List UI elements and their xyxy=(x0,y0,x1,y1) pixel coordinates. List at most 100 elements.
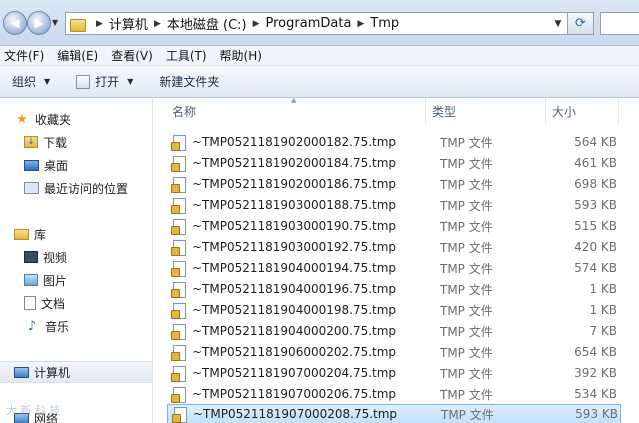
file-name: ~TMP0521181904000198.75.tmp xyxy=(192,303,397,317)
table-row[interactable]: ~TMP0521181904000196.75.tmp TMP 文件 1 KB xyxy=(167,279,621,299)
table-row[interactable]: ~TMP0521181904000194.75.tmp TMP 文件 574 K… xyxy=(167,258,621,278)
file-type: TMP 文件 xyxy=(440,324,493,339)
table-row[interactable]: ~TMP0521181903000192.75.tmp TMP 文件 420 K… xyxy=(167,237,621,257)
table-row[interactable]: ~TMP0521181902000182.75.tmp TMP 文件 564 K… xyxy=(167,132,621,152)
column-header-size[interactable]: 大小 xyxy=(546,98,619,124)
chevron-right-icon[interactable]: ▶ xyxy=(351,19,370,29)
new-folder-button[interactable]: 新建文件夹 xyxy=(149,70,229,94)
nav-documents[interactable]: 文档 xyxy=(0,292,152,314)
organize-button[interactable]: 组织 ▼ xyxy=(0,70,60,94)
tmp-file-icon xyxy=(171,344,187,361)
nav-videos[interactable]: 视频 xyxy=(0,246,152,268)
breadcrumb-programdata[interactable]: ProgramData xyxy=(266,16,352,31)
table-row[interactable]: ~TMP0521181903000188.75.tmp TMP 文件 593 K… xyxy=(167,195,621,215)
column-type-label: 类型 xyxy=(432,104,457,119)
nav-documents-label: 文档 xyxy=(41,296,66,311)
nav-desktop[interactable]: 桌面 xyxy=(0,154,152,176)
file-size: 593 KB xyxy=(575,407,618,421)
table-row[interactable]: ~TMP0521181902000186.75.tmp TMP 文件 698 K… xyxy=(167,174,621,194)
column-size-label: 大小 xyxy=(552,104,577,119)
file-size: 515 KB xyxy=(574,219,617,233)
nav-libraries-label: 库 xyxy=(34,227,47,242)
forward-button[interactable]: ▶ xyxy=(27,11,51,35)
computer-icon xyxy=(14,366,29,378)
address-bar-area: ◀ ▶ ▼ ▶ 计算机 ▶ 本地磁盘 (C:) ▶ ProgramData ▶ … xyxy=(0,0,639,46)
table-row[interactable]: ~TMP0521181906000202.75.tmp TMP 文件 654 K… xyxy=(167,342,621,362)
recent-pages-dropdown[interactable]: ▼ xyxy=(52,18,62,28)
file-name: ~TMP0521181903000192.75.tmp xyxy=(192,240,397,254)
table-row-selected[interactable]: ~TMP0521181907000208.75.tmp TMP 文件 593 K… xyxy=(167,404,621,423)
open-label: 打开 xyxy=(95,75,120,89)
video-icon xyxy=(24,251,38,263)
file-type: TMP 文件 xyxy=(440,135,493,150)
back-button[interactable]: ◀ xyxy=(3,11,27,35)
open-button[interactable]: 打开 ▼ xyxy=(66,70,143,94)
column-name-label: 名称 xyxy=(172,104,197,119)
breadcrumb-tmp[interactable]: Tmp xyxy=(370,16,399,31)
tmp-file-icon xyxy=(171,302,187,319)
address-dropdown-icon[interactable]: ▼ xyxy=(551,17,565,31)
file-type: TMP 文件 xyxy=(440,198,493,213)
file-type: TMP 文件 xyxy=(440,345,493,360)
column-headers: ▲ 名称 类型 大小 xyxy=(154,96,639,124)
file-size: 7 KB xyxy=(589,324,617,338)
file-type: TMP 文件 xyxy=(440,303,493,318)
nav-pictures[interactable]: 图片 xyxy=(0,269,152,291)
column-header-name[interactable]: ▲ 名称 xyxy=(154,96,426,124)
nav-music[interactable]: ♪ 音乐 xyxy=(0,315,152,337)
nav-downloads-label: 下载 xyxy=(43,135,68,150)
file-name: ~TMP0521181907000208.75.tmp xyxy=(193,407,398,421)
nav-downloads[interactable]: ↓ 下载 xyxy=(0,131,152,153)
tmp-file-icon xyxy=(171,260,187,277)
file-size: 593 KB xyxy=(574,198,617,212)
search-input[interactable] xyxy=(600,12,639,35)
menu-view[interactable]: 查看(V) xyxy=(106,47,161,64)
nav-favorites[interactable]: ★ 收藏夹 xyxy=(0,108,152,130)
menu-tools[interactable]: 工具(T) xyxy=(161,47,215,64)
nav-music-label: 音乐 xyxy=(45,319,70,334)
address-bar[interactable]: ▶ 计算机 ▶ 本地磁盘 (C:) ▶ ProgramData ▶ Tmp ▼ xyxy=(65,12,568,35)
music-note-icon: ♪ xyxy=(27,318,37,334)
table-row[interactable]: ~TMP0521181903000190.75.tmp TMP 文件 515 K… xyxy=(167,216,621,236)
arrow-right-icon: ▶ xyxy=(34,16,44,30)
file-size: 574 KB xyxy=(574,261,617,275)
file-type: TMP 文件 xyxy=(440,156,493,171)
nav-computer[interactable]: 计算机 xyxy=(0,361,152,383)
chevron-right-icon[interactable]: ▶ xyxy=(148,19,167,29)
file-name: ~TMP0521181907000206.75.tmp xyxy=(192,387,397,401)
nav-libraries[interactable]: 库 xyxy=(0,223,152,245)
file-name: ~TMP0521181906000202.75.tmp xyxy=(192,345,397,359)
menu-bar: 文件(F) 编辑(E) 查看(V) 工具(T) 帮助(H) xyxy=(0,46,639,66)
menu-help[interactable]: 帮助(H) xyxy=(215,47,270,64)
breadcrumb-computer[interactable]: 计算机 xyxy=(109,14,148,33)
tmp-file-icon xyxy=(171,155,187,172)
refresh-button[interactable]: ⟳ xyxy=(568,12,594,35)
table-row[interactable]: ~TMP0521181907000206.75.tmp TMP 文件 534 K… xyxy=(167,384,621,404)
menu-edit[interactable]: 编辑(E) xyxy=(52,47,106,64)
table-row[interactable]: ~TMP0521181904000198.75.tmp TMP 文件 1 KB xyxy=(167,300,621,320)
breadcrumb-local-disk[interactable]: 本地磁盘 (C:) xyxy=(167,14,247,33)
nav-recent-places[interactable]: 最近访问的位置 xyxy=(0,177,152,199)
document-icon xyxy=(24,296,36,310)
file-name: ~TMP0521181902000182.75.tmp xyxy=(192,135,397,149)
tmp-file-icon xyxy=(172,406,188,423)
table-row[interactable]: ~TMP0521181907000204.75.tmp TMP 文件 392 K… xyxy=(167,363,621,383)
file-name: ~TMP0521181904000194.75.tmp xyxy=(192,261,397,275)
file-size: 461 KB xyxy=(574,156,617,170)
navigation-pane: ★ 收藏夹 ↓ 下载 桌面 最近访问的位置 库 视频 图片 文档 ♪ 音乐 计算… xyxy=(0,98,153,423)
table-row[interactable]: ~TMP0521181902000184.75.tmp TMP 文件 461 K… xyxy=(167,153,621,173)
table-row[interactable]: ~TMP0521181904000200.75.tmp TMP 文件 7 KB xyxy=(167,321,621,341)
menu-file[interactable]: 文件(F) xyxy=(0,47,52,64)
file-name: ~TMP0521181902000186.75.tmp xyxy=(192,177,397,191)
watermark-text: 大 新 科 技 xyxy=(6,404,61,417)
new-folder-label: 新建文件夹 xyxy=(159,75,220,89)
chevron-right-icon[interactable]: ▶ xyxy=(247,19,266,29)
desktop-icon xyxy=(24,159,39,171)
file-type: TMP 文件 xyxy=(440,282,493,297)
tmp-file-icon xyxy=(171,365,187,382)
nav-videos-label: 视频 xyxy=(43,250,68,265)
nav-pictures-label: 图片 xyxy=(43,273,68,288)
column-header-type[interactable]: 类型 xyxy=(426,98,546,124)
file-size: 654 KB xyxy=(574,345,617,359)
chevron-right-icon[interactable]: ▶ xyxy=(90,19,109,29)
